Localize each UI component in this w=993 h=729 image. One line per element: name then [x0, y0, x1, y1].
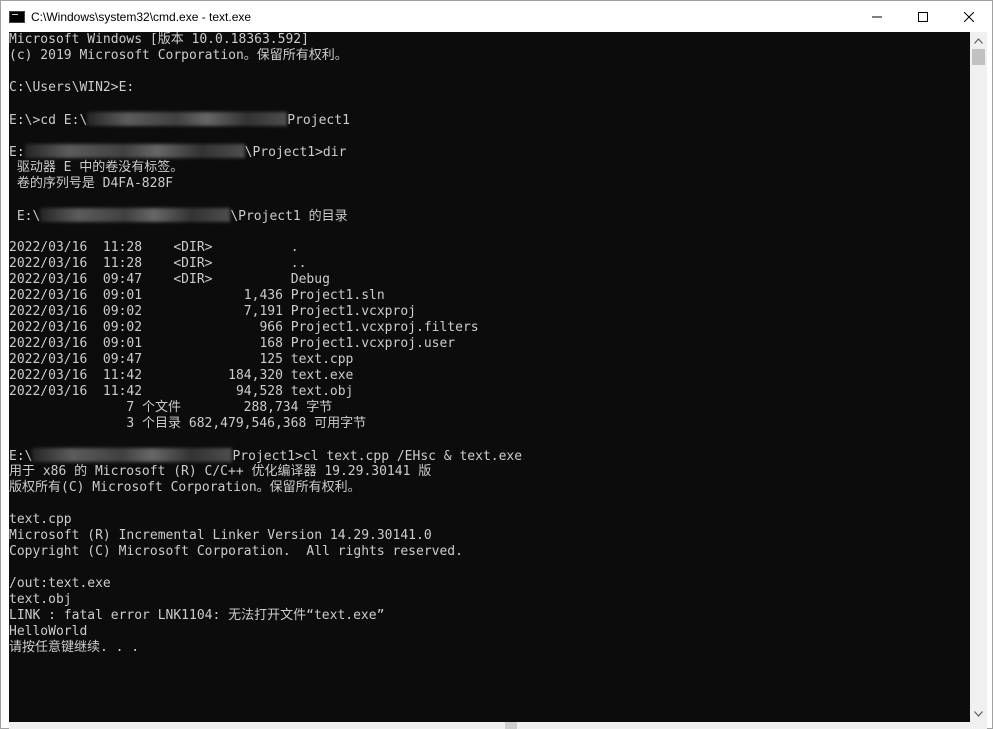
console-line: 卷的序列号是 D4FA-828F: [9, 176, 174, 191]
console-line: 用于 x86 的 Microsoft (R) C/C++ 优化编译器 19.29…: [9, 464, 432, 479]
console-line-prefix: E:: [9, 145, 25, 160]
chevron-up-icon: [974, 37, 983, 44]
console-line: 2022/03/16 11:28 <DIR> ..: [9, 256, 307, 271]
console-line: 驱动器 E 中的卷没有标签。: [9, 160, 184, 175]
minimize-button[interactable]: [854, 1, 900, 32]
close-button[interactable]: [946, 1, 992, 32]
maximize-button[interactable]: [900, 1, 946, 32]
console-line: 2022/03/16 09:47 <DIR> Debug: [9, 272, 330, 287]
console-line: text.cpp: [9, 512, 72, 527]
console-line: E:\ \Project1 的目录: [9, 208, 970, 224]
redacted-path: [87, 112, 288, 126]
redacted-path: [40, 208, 231, 222]
vertical-scrollbar[interactable]: [970, 32, 987, 722]
console-line: 2022/03/16 09:02 966 Project1.vcxproj.fi…: [9, 320, 479, 335]
scroll-down-button[interactable]: [970, 705, 987, 722]
window-controls: [854, 1, 992, 32]
maximize-icon: [918, 11, 928, 22]
horizontal-scroll-thumb[interactable]: [505, 722, 517, 729]
console-line: (c) 2019 Microsoft Corporation。保留所有权利。: [9, 48, 348, 63]
console-line: 2022/03/16 11:42 184,320 text.exe: [9, 368, 354, 383]
redacted-path: [24, 144, 245, 158]
console-line: 2022/03/16 11:42 94,528 text.obj: [9, 384, 354, 399]
console-line: 2022/03/16 09:02 7,191 Project1.vcxproj: [9, 304, 416, 319]
console-line-suffix: Project1>cl text.cpp /EHsc & text.exe: [232, 449, 523, 464]
console-line: 2022/03/16 09:01 1,436 Project1.sln: [9, 288, 385, 303]
console-line-suffix: \Project1 的目录: [230, 209, 348, 224]
cmd-app-icon[interactable]: [9, 10, 25, 23]
console-line: HelloWorld: [9, 624, 88, 639]
chevron-down-icon: [974, 710, 983, 717]
console-line: 3 个目录 682,479,546,368 可用字节: [9, 416, 367, 431]
window-left-border: [1, 32, 9, 722]
console-line: text.obj: [9, 592, 72, 607]
console-line-suffix: Project1: [287, 113, 350, 128]
horizontal-scroll-area: [9, 722, 987, 729]
console-line: 请按任意键继续. . .: [9, 640, 140, 655]
console-line: E: \Project1>dir: [9, 144, 970, 160]
console-line: /out:text.exe: [9, 576, 111, 591]
console-line-prefix: E:\: [9, 449, 33, 464]
console-line-prefix: E:\: [9, 209, 41, 224]
scroll-up-button[interactable]: [970, 32, 987, 49]
console-line-suffix: \Project1>dir: [244, 145, 347, 160]
console-line: LINK : fatal error LNK1104: 无法打开文件“text.…: [9, 608, 385, 623]
console-line: 7 个文件 288,734 字节: [9, 400, 333, 415]
console-line: Copyright (C) Microsoft Corporation. All…: [9, 544, 463, 559]
console-text: Microsoft Windows [版本 10.0.18363.592] (c)…: [9, 32, 970, 656]
console-line: Microsoft (R) Incremental Linker Version…: [9, 528, 432, 543]
close-icon: [964, 11, 974, 22]
console-line: E:\>cd E:\ Project1: [9, 112, 970, 128]
redacted-path: [32, 448, 233, 462]
console-line: Microsoft Windows [版本 10.0.18363.592]: [9, 32, 309, 47]
title-bar[interactable]: C:\Windows\system32\cmd.exe - text.exe: [1, 1, 992, 32]
console-line: E:\ Project1>cl text.cpp /EHsc & text.exe: [9, 448, 970, 464]
console-line-prefix: E:\>cd E:\: [9, 113, 88, 128]
console-line: 2022/03/16 09:47 125 text.cpp: [9, 352, 354, 367]
console-line: 2022/03/16 11:28 <DIR> .: [9, 240, 299, 255]
window-title: C:\Windows\system32\cmd.exe - text.exe: [31, 9, 252, 24]
minimize-icon: [872, 16, 882, 17]
console-line: C:\Users\WIN2>E:: [9, 80, 135, 95]
console-line: 2022/03/16 09:01 168 Project1.vcxproj.us…: [9, 336, 456, 351]
console-output[interactable]: Microsoft Windows [版本 10.0.18363.592] (c)…: [9, 32, 970, 722]
console-line: 版权所有(C) Microsoft Corporation。保留所有权利。: [9, 480, 361, 495]
cmd-window: C:\Windows\system32\cmd.exe - text.exe M…: [0, 0, 993, 729]
scrollbar-thumb[interactable]: [972, 49, 985, 65]
